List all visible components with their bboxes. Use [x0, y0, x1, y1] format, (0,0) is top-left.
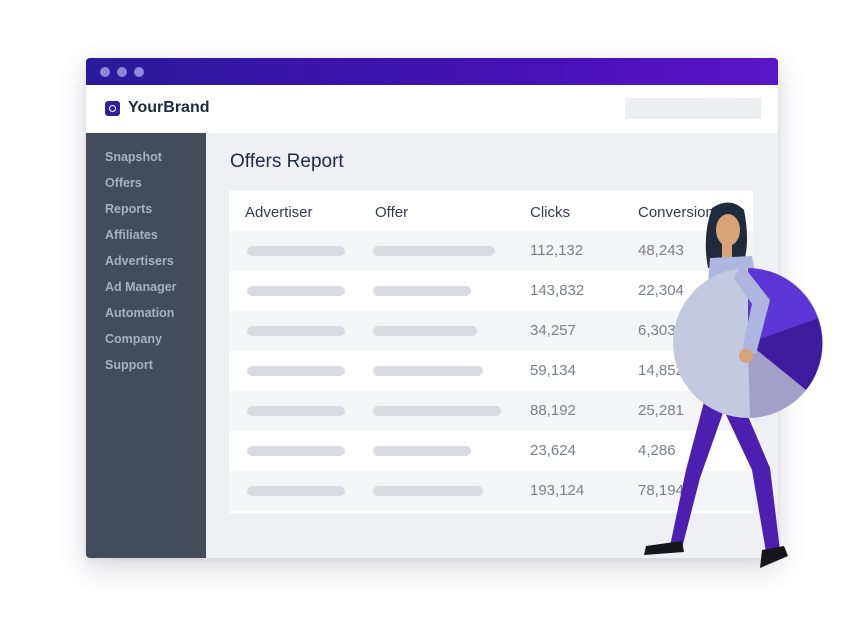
illustration-right-shoe — [760, 546, 788, 568]
woman-carrying-pie-chart-illustration — [644, 202, 823, 568]
illustration-left-leg — [670, 402, 724, 548]
illustration-face — [716, 214, 740, 246]
illustration-neck — [722, 244, 732, 258]
illustration-right-leg — [720, 402, 780, 552]
illustration-left-shoe — [644, 541, 684, 555]
illustration-hand — [739, 349, 753, 363]
